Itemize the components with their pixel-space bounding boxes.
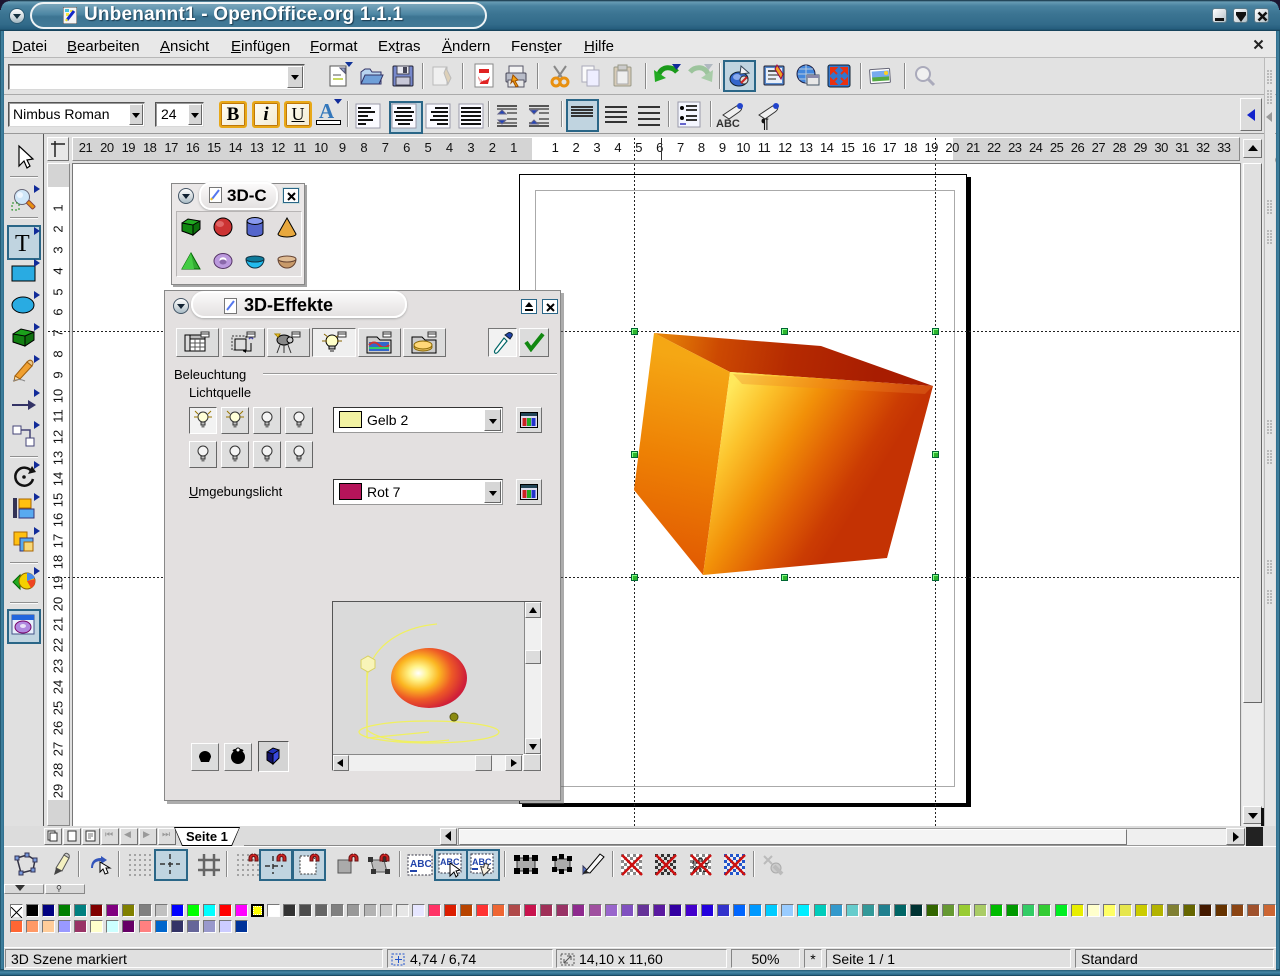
- svg-text:P: P: [479, 78, 484, 85]
- svg-text:ABC: ABC: [472, 857, 492, 867]
- svg-text:ABC: ABC: [410, 859, 432, 870]
- svg-text:T: T: [15, 231, 30, 256]
- svg-text:ABC: ABC: [716, 118, 740, 130]
